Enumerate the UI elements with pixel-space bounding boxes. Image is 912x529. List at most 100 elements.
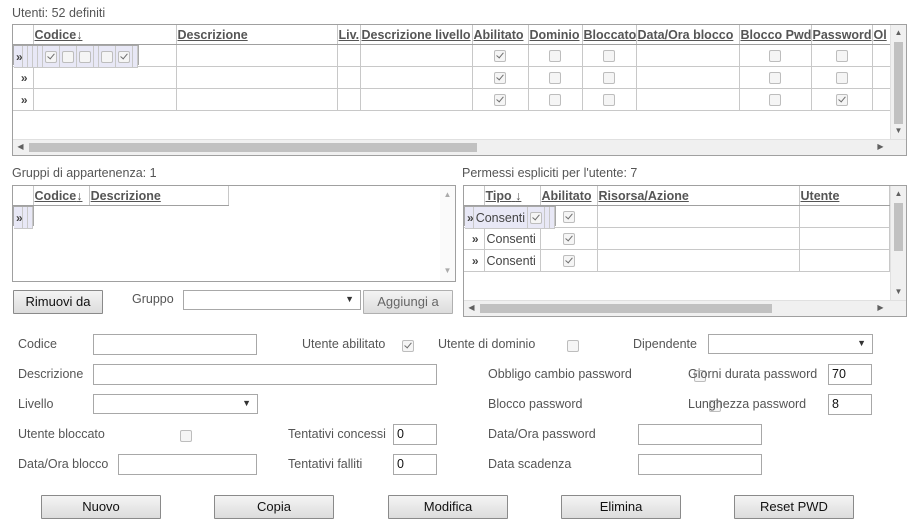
scroll-left-icon[interactable]: ◀ (13, 142, 28, 152)
permissions-row[interactable]: »Consenti (464, 206, 557, 229)
users-horizontal-scrollbar[interactable]: ◀ ▶ (13, 139, 906, 155)
users-grid[interactable]: Codice↓ Descrizione Liv. Descrizione liv… (12, 24, 907, 156)
permissions-abilitato-checkbox[interactable] (562, 211, 575, 224)
permissions-hscroll-thumb[interactable] (480, 304, 772, 313)
users-abilitato-checkbox[interactable] (44, 51, 57, 64)
users-col-descrizione-livello[interactable]: Descrizione livello (360, 25, 473, 45)
users-row[interactable]: » (13, 88, 894, 111)
permissions-abilitato-checkbox[interactable] (530, 212, 543, 225)
users-dominio-checkbox[interactable] (549, 72, 561, 85)
users-row[interactable]: » (13, 45, 139, 68)
data-ora-blocco-input[interactable] (118, 454, 257, 475)
users-cell-overflow (132, 46, 138, 68)
users-abilitato-checkbox[interactable] (494, 50, 506, 63)
tentativi-concessi-input[interactable]: 0 (393, 424, 437, 445)
permissions-horizontal-scrollbar[interactable]: ◀ ▶ (464, 300, 906, 316)
groups-vertical-scrollbar[interactable]: ▲ ▼ (440, 186, 455, 281)
scroll-up-icon[interactable]: ▲ (891, 189, 906, 199)
users-col-dominio[interactable]: Dominio (528, 25, 583, 45)
scroll-down-icon[interactable]: ▼ (440, 266, 455, 276)
utente-dominio-checkbox[interactable] (567, 339, 580, 352)
users-password-checkbox[interactable] (835, 94, 848, 107)
scroll-up-icon[interactable]: ▲ (891, 28, 906, 38)
group-select[interactable]: ▼ (183, 290, 361, 310)
users-bloccato-checkbox[interactable] (78, 51, 91, 64)
users-abilitato-checkbox[interactable] (494, 72, 506, 85)
users-col-password[interactable]: Password (811, 25, 873, 45)
scroll-down-icon[interactable]: ▼ (891, 287, 906, 297)
permissions-col-tipo[interactable]: Tipo ↓ (484, 186, 541, 206)
nuovo-button[interactable]: Nuovo (41, 495, 161, 519)
users-col-livello[interactable]: Liv. (337, 25, 361, 45)
users-abilitato-checkbox[interactable] (494, 94, 506, 107)
users-password-checkbox[interactable] (117, 51, 130, 64)
users-col-descrizione[interactable]: Descrizione (176, 25, 338, 45)
livello-select[interactable]: ▼ (93, 394, 258, 414)
permissions-scroll-thumb[interactable] (894, 203, 903, 251)
users-blocco-pwd-checkbox[interactable] (769, 50, 781, 63)
users-row[interactable]: » (13, 66, 894, 89)
users-dominio-checkbox[interactable] (549, 50, 561, 63)
lunghezza-password-input[interactable]: 8 (828, 394, 872, 415)
descrizione-input[interactable] (93, 364, 437, 385)
data-ora-password-input[interactable] (638, 424, 762, 445)
users-hscroll-thumb[interactable] (29, 143, 477, 152)
permissions-cell-tipo: Consenti (484, 227, 541, 250)
permissions-abilitato-checkbox[interactable] (562, 255, 575, 268)
groups-col-descrizione[interactable]: Descrizione (89, 186, 230, 206)
users-blocco-pwd-checkbox[interactable] (769, 72, 781, 85)
permissions-grid[interactable]: Tipo ↓ Abilitato Risorsa/Azione Utente »… (463, 185, 907, 317)
permissions-row[interactable]: »Consenti (464, 249, 890, 272)
groups-row[interactable]: » (13, 206, 34, 229)
users-blocco-pwd-cell (739, 45, 812, 67)
users-password-cell (811, 45, 873, 67)
elimina-button[interactable]: Elimina (561, 495, 681, 519)
scroll-right-icon[interactable]: ▶ (873, 142, 888, 152)
users-col-blocco-pwd[interactable]: Blocco Pwd (739, 25, 812, 45)
data-scadenza-input[interactable] (638, 454, 762, 475)
users-bloccato-checkbox[interactable] (603, 50, 615, 63)
users-scroll-thumb[interactable] (894, 42, 903, 124)
modifica-button[interactable]: Modifica (388, 495, 508, 519)
permissions-col-utente[interactable]: Utente (799, 186, 890, 206)
users-col-abilitato[interactable]: Abilitato (472, 25, 529, 45)
descrizione-label: Descrizione (18, 367, 84, 381)
users-password-checkbox[interactable] (835, 72, 848, 85)
users-row[interactable]: » (13, 45, 894, 67)
groups-grid[interactable]: Codice↓ Descrizione » ▲ ▼ (12, 185, 456, 282)
users-blocco-pwd-checkbox[interactable] (769, 94, 781, 107)
permissions-row[interactable]: »Consenti (464, 227, 890, 250)
scroll-up-icon[interactable]: ▲ (440, 190, 455, 200)
permissions-vertical-scrollbar[interactable]: ▲ ▼ (890, 186, 906, 301)
users-password-checkbox[interactable] (835, 50, 848, 63)
remove-from-group-button[interactable]: Rimuovi da (13, 290, 103, 314)
utente-abilitato-checkbox[interactable] (402, 339, 414, 352)
groups-col-codice[interactable]: Codice↓ (33, 186, 90, 206)
users-bloccato-checkbox[interactable] (603, 72, 615, 85)
users-blocco-pwd-checkbox[interactable] (100, 51, 113, 64)
scroll-left-icon[interactable]: ◀ (464, 303, 479, 313)
permissions-abilitato-checkbox[interactable] (562, 233, 575, 246)
copia-button[interactable]: Copia (214, 495, 334, 519)
users-col-data-ora-blocco[interactable]: Data/Ora blocco (636, 25, 740, 45)
scroll-right-icon[interactable]: ▶ (873, 303, 888, 313)
scroll-down-icon[interactable]: ▼ (891, 126, 906, 136)
add-to-group-button[interactable]: Aggiungi a (363, 290, 453, 314)
users-col-codice[interactable]: Codice↓ (33, 25, 177, 45)
dipendente-select[interactable]: ▼ (708, 334, 873, 354)
users-blocco-pwd-cell (98, 46, 116, 68)
users-cell-codice (33, 88, 177, 111)
giorni-durata-input[interactable]: 70 (828, 364, 872, 385)
permissions-col-risorsa-azione[interactable]: Risorsa/Azione (597, 186, 800, 206)
users-dominio-checkbox[interactable] (549, 94, 561, 107)
users-bloccato-checkbox[interactable] (603, 94, 615, 107)
codice-input[interactable] (93, 334, 257, 355)
utente-abilitato-label: Utente abilitato (302, 337, 386, 351)
permissions-col-abilitato[interactable]: Abilitato (540, 186, 598, 206)
reset-pwd-button[interactable]: Reset PWD (734, 495, 854, 519)
tentativi-falliti-input[interactable]: 0 (393, 454, 437, 475)
users-dominio-checkbox[interactable] (61, 51, 74, 64)
users-col-bloccato[interactable]: Bloccato (582, 25, 637, 45)
users-vertical-scrollbar[interactable]: ▲ ▼ (890, 25, 906, 140)
utente-bloccato-checkbox[interactable] (179, 429, 192, 442)
